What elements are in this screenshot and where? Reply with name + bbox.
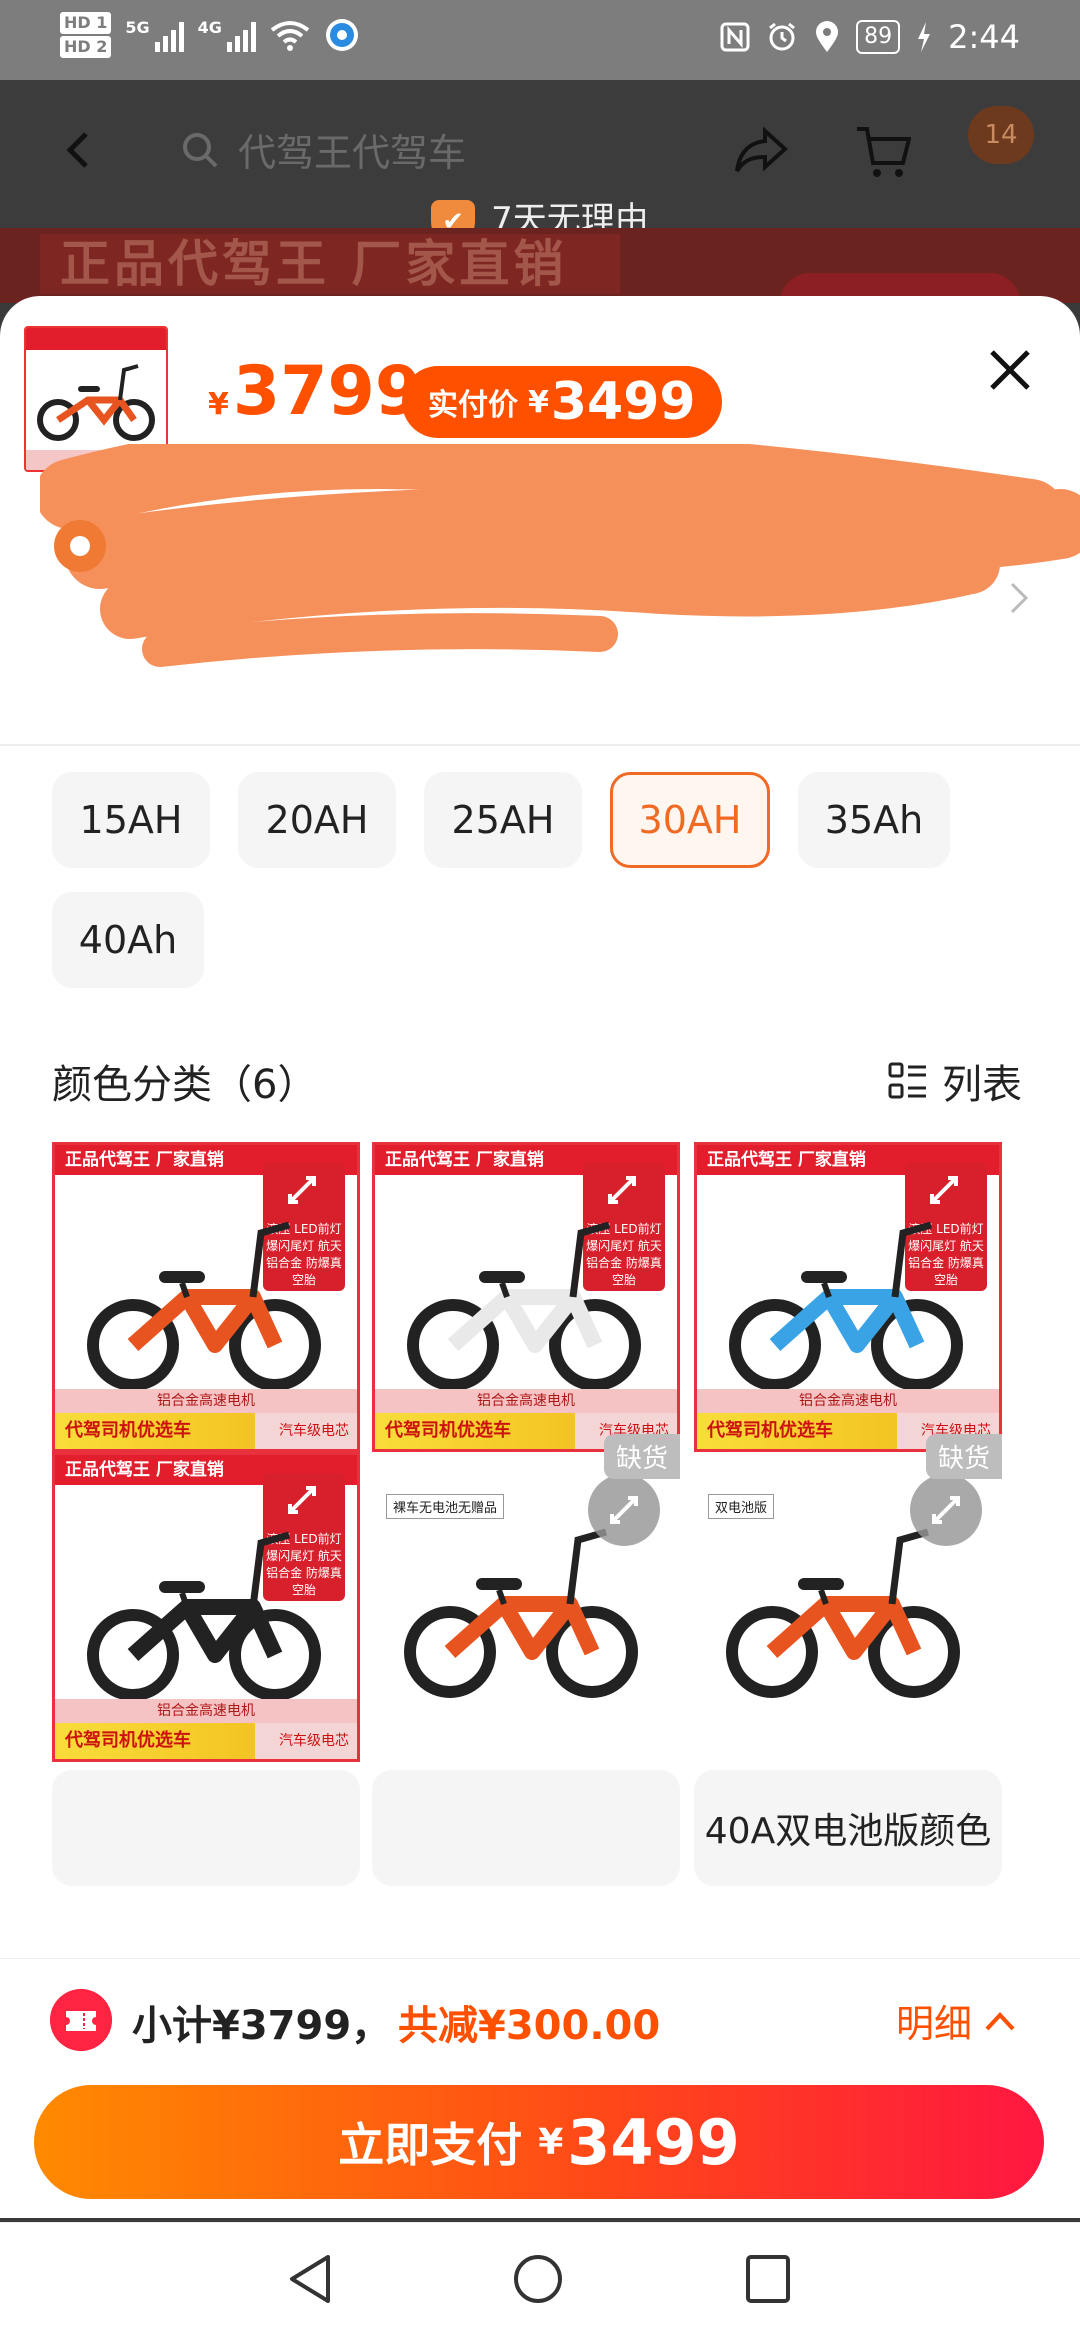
clock: 2:44 (948, 18, 1020, 56)
expand-icon[interactable] (600, 1168, 644, 1212)
signal-5g-label: 5G (125, 18, 150, 37)
detail-label: 明细 (896, 2002, 973, 2046)
color-option-card[interactable]: 双电池版 缺货 40A双电池版颜色 (694, 1434, 1002, 1892)
capacity-option-20ah[interactable]: 20AH (238, 772, 396, 868)
signal-4g-label: 4G (197, 18, 222, 37)
price-currency: ¥ (208, 387, 229, 422)
search-icon (183, 132, 218, 167)
chevron-right-icon[interactable] (1008, 580, 1030, 616)
bike-image-icon (87, 1221, 321, 1391)
color-option-card[interactable]: 正品代驾王 厂家直销 液压 LED前灯 爆闪尾灯 航天铝合金 防爆真空胎 铝合金高速… (52, 1452, 360, 1892)
final-price-pill: 实付价 ¥ 3499 (402, 366, 722, 438)
sku-selector-sheet: ¥3799 实付价 ¥ 3499 15AH 20AH 25AH 30AH 35A… (0, 296, 1080, 2218)
divider (0, 744, 1080, 746)
grid-cutoff (0, 1942, 1080, 1958)
detail-toggle[interactable]: 明细 (896, 1993, 1016, 2048)
capacity-option-25ah[interactable]: 25AH (424, 772, 582, 868)
redaction-scribble (40, 444, 1080, 667)
hd1-label: HD 1 (60, 12, 112, 34)
list-view-label: 列表 (942, 1062, 1022, 1108)
pay-amount: 3499 (567, 2105, 740, 2179)
motor-strip: 铝合金高速电机 (375, 1389, 677, 1413)
subtotal-bar: 小计¥3799， 共减¥300.00 明细 (0, 1958, 1080, 2074)
chevron-up-icon (985, 2011, 1015, 2030)
nav-home-icon[interactable] (512, 2253, 564, 2305)
capacity-option-40ah[interactable]: 40Ah (52, 892, 204, 988)
discount-text: 共减¥300.00 (398, 2003, 661, 2049)
search-bar[interactable]: 代驾王代驾车 (180, 122, 466, 177)
color-option-label[interactable] (372, 1770, 680, 1886)
promo-strip: 代驾司机优选车 汽车级电芯 (55, 1723, 357, 1759)
banner-text: 正品代驾王 厂家直销 (40, 234, 620, 294)
motor-strip: 铝合金高速电机 (697, 1389, 999, 1413)
promo-strip: 代驾司机优选车 汽车级电芯 (55, 1413, 357, 1449)
promo-text: 代驾司机优选车 (55, 1413, 255, 1449)
bike-image-icon (729, 1221, 963, 1391)
color-option-label[interactable]: 40A双电池版颜色 (694, 1770, 1002, 1886)
capacity-option-15ah[interactable]: 15AH (52, 772, 210, 868)
expand-icon[interactable] (910, 1474, 982, 1546)
final-price-label: 实付价 (428, 388, 518, 423)
out-of-stock-badge: 缺货 (925, 1434, 1002, 1479)
bike-image-icon (407, 1221, 641, 1391)
hd-indicator: HD 1 HD 2 (60, 12, 112, 58)
hd2-label: HD 2 (60, 36, 112, 58)
motor-strip: 铝合金高速电机 (55, 1389, 357, 1413)
list-icon (888, 1062, 926, 1099)
back-icon[interactable] (60, 130, 96, 170)
search-text: 代驾王代驾车 (238, 131, 467, 175)
share-icon[interactable] (735, 125, 789, 175)
final-price-value: 3499 (550, 372, 696, 432)
battery-cell-text: 汽车级电芯 (279, 1423, 349, 1439)
battery-cell-text: 汽车级电芯 (279, 1733, 349, 1749)
nav-recents-icon[interactable] (744, 2253, 792, 2305)
promo-text: 代驾司机优选车 (55, 1723, 255, 1759)
capacity-option-35ah[interactable]: 35Ah (798, 772, 950, 868)
color-section-title: 颜色分类（6） (52, 1062, 318, 1108)
bike-image-icon (87, 1531, 321, 1701)
expand-icon[interactable] (588, 1474, 660, 1546)
close-icon[interactable] (984, 344, 1036, 396)
nav-back-icon[interactable] (286, 2253, 334, 2305)
out-of-stock-badge: 缺货 (603, 1434, 680, 1479)
promo-text: 代驾司机优选车 (697, 1413, 897, 1449)
system-nav-bar (0, 2222, 1080, 2340)
original-price-value: 3799 (232, 352, 423, 431)
pay-currency: ¥ (538, 2121, 564, 2163)
alarm-icon (769, 22, 796, 51)
battery-level: 89 (856, 20, 901, 54)
list-view-toggle[interactable]: 列表 (888, 1052, 1022, 1110)
promo-banner: 正品代驾王 厂家直销 (0, 228, 1080, 303)
thumbnail-brand-strip (26, 328, 166, 350)
app-notification-icon (325, 19, 358, 51)
color-option-label[interactable] (52, 1770, 360, 1886)
coupon-icon (50, 1989, 112, 2051)
expand-icon[interactable] (922, 1168, 966, 1212)
nfc-icon (720, 22, 750, 52)
motor-strip: 铝合金高速电机 (55, 1699, 357, 1723)
subtotal-text: 小计¥3799， (132, 2003, 392, 2049)
pay-now-button[interactable]: 立即支付 ¥ 3499 (34, 2085, 1044, 2199)
cart-count-badge: 14 (968, 106, 1034, 164)
expand-icon[interactable] (280, 1168, 324, 1212)
signal-5g-icon: 5G (125, 18, 184, 52)
pay-now-label: 立即支付 (338, 2118, 523, 2172)
promo-text: 代驾司机优选车 (375, 1413, 575, 1449)
status-bar: HD 1 HD 2 5G 4G 89 2:44 (0, 0, 1080, 80)
capacity-option-30ah[interactable]: 30AH (610, 772, 770, 868)
original-price: ¥3799 (208, 352, 422, 445)
final-price-currency: ¥ (528, 384, 549, 420)
cart-icon[interactable] (855, 125, 911, 179)
expand-icon[interactable] (280, 1478, 324, 1522)
charging-icon (918, 22, 931, 52)
bike-image-icon (37, 364, 155, 441)
color-option-card[interactable]: 裸车无电池无赠品 缺货 (372, 1434, 680, 1892)
location-icon (816, 21, 839, 52)
signal-4g-icon: 4G (198, 18, 256, 52)
wifi-icon (270, 21, 310, 51)
